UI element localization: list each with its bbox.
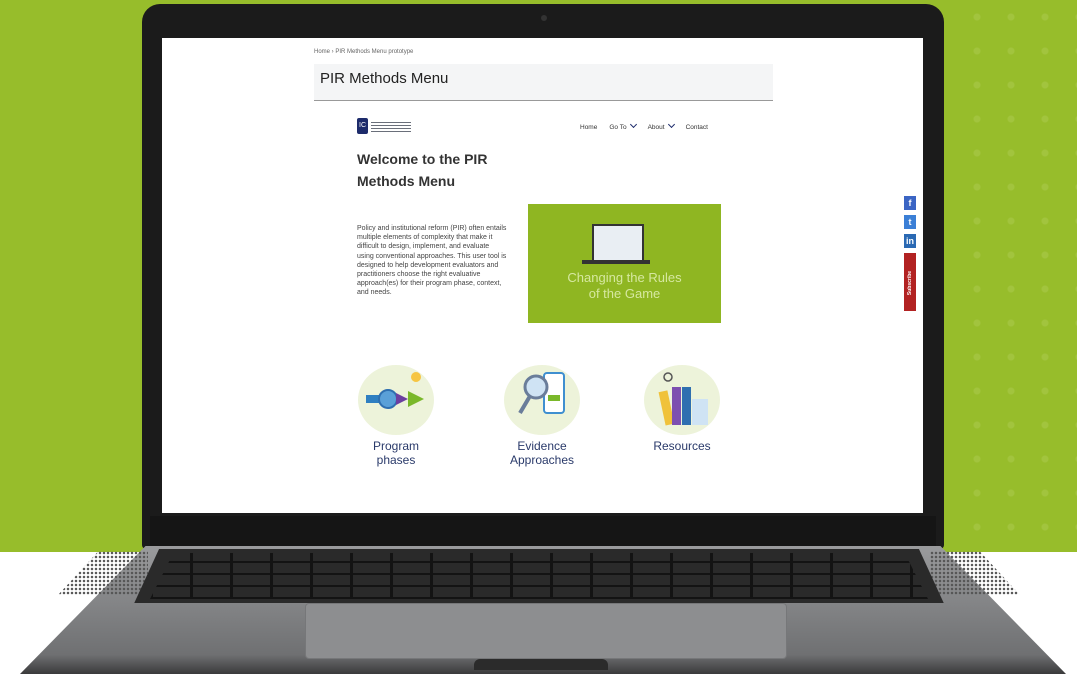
background-dot-pattern <box>960 0 1077 552</box>
welcome-line-1: Welcome to the PIR <box>357 151 488 167</box>
card-label-line-2: phases <box>376 453 416 467</box>
card-label-line-1: Evidence <box>517 439 567 453</box>
card-label-line-2: Approaches <box>509 453 575 467</box>
arrows-icon <box>366 372 424 409</box>
card-program-phases-label: Program phases <box>346 439 446 467</box>
nav-goto-label: Go To <box>609 124 627 131</box>
card-resources[interactable]: Resources <box>632 365 732 453</box>
card-resources-label: Resources <box>632 439 732 453</box>
video-title-line-2: of the Game <box>588 286 661 301</box>
twitter-icon[interactable]: t <box>904 215 916 229</box>
card-label-line-1: Resources <box>653 439 711 453</box>
evidence-approaches-icon <box>504 365 580 435</box>
nav-goto[interactable]: Go To <box>609 120 637 131</box>
card-label-line-1: Program <box>372 439 419 453</box>
breadcrumb[interactable]: Home › PIR Methods Menu prototype <box>314 49 413 55</box>
facebook-icon[interactable]: f <box>904 196 916 210</box>
card-evidence-approaches-label: Evidence Approaches <box>492 439 592 467</box>
intro-paragraph: Policy and institutional reform (PIR) of… <box>357 225 507 297</box>
subscribe-label: Subscribe <box>907 270 913 296</box>
linkedin-icon[interactable]: in <box>904 234 916 248</box>
top-navigation: Home Go To About Contact <box>580 120 708 131</box>
camera-icon <box>541 15 547 21</box>
video-title: Changing the Rules of the Game <box>532 270 717 302</box>
laptop-illustration-icon <box>592 224 644 262</box>
nav-contact[interactable]: Contact <box>686 124 708 131</box>
nav-about[interactable]: About <box>647 120 675 131</box>
chevron-down-icon <box>667 120 675 129</box>
card-evidence-approaches[interactable]: Evidence Approaches <box>492 365 592 467</box>
video-title-line-1: Changing the Rules <box>567 270 682 285</box>
nav-about-label: About <box>647 124 665 131</box>
site-logo-text[interactable] <box>371 122 411 132</box>
resources-icon <box>644 365 720 435</box>
laptop-front-notch <box>474 659 608 670</box>
magnifier-phone-icon <box>518 372 565 415</box>
chevron-down-icon <box>629 120 637 129</box>
page-title: PIR Methods Menu <box>320 70 449 87</box>
card-program-phases[interactable]: Program phases <box>346 365 446 467</box>
binders-icon <box>658 372 708 426</box>
welcome-line-2: Methods Menu <box>357 173 455 189</box>
nav-home[interactable]: Home <box>580 124 597 131</box>
laptop-chin <box>150 516 936 546</box>
welcome-heading: Welcome to the PIR Methods Menu <box>357 148 537 192</box>
program-phases-icon <box>358 365 434 435</box>
subscribe-tab[interactable]: Subscribe <box>904 253 916 311</box>
trackpad <box>305 603 787 659</box>
keyboard <box>150 553 928 599</box>
site-logo-icon[interactable]: IC <box>357 118 368 134</box>
laptop-screen: Home › PIR Methods Menu prototype PIR Me… <box>162 38 923 513</box>
laptop-base-illustration <box>582 260 650 264</box>
